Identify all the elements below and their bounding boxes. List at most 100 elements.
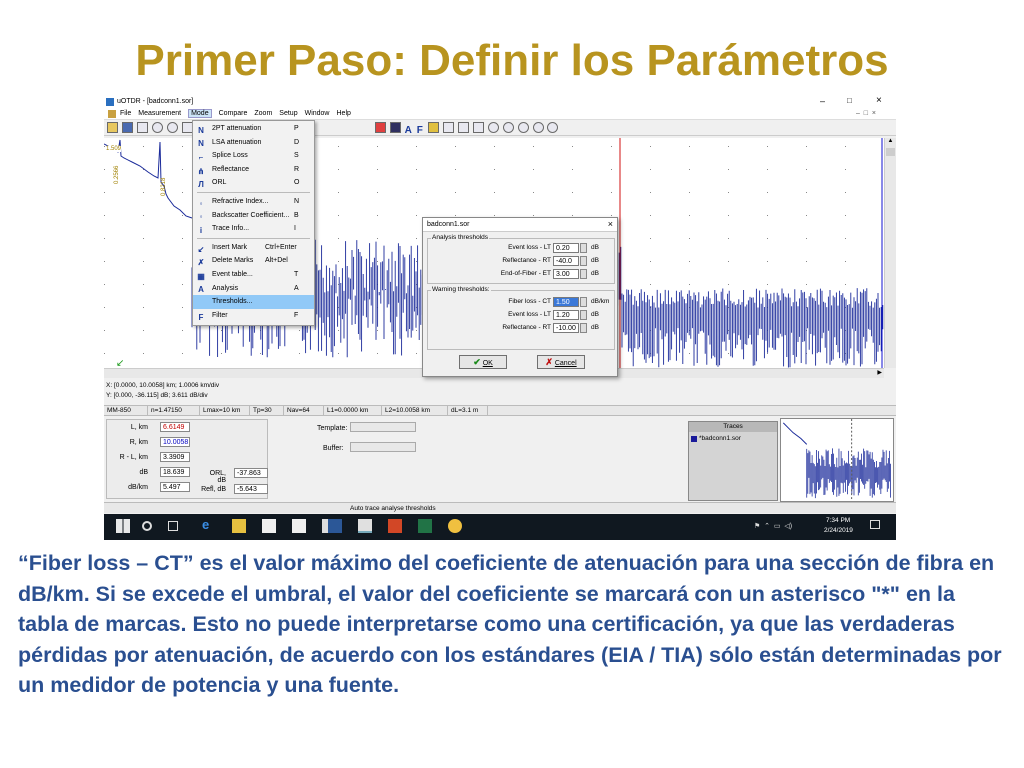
grid-dot [377, 261, 378, 262]
grid-dot [260, 353, 261, 354]
menu-help[interactable]: Help [337, 110, 351, 117]
analysis-toolbar-icon[interactable]: A [405, 125, 412, 136]
scroll-up-arrow[interactable]: ▲ [885, 138, 896, 148]
store-icon[interactable] [262, 519, 276, 533]
spinner-icon[interactable] [580, 243, 587, 253]
menu-file[interactable]: File [120, 110, 131, 117]
trace-overview-thumbnail[interactable] [780, 418, 894, 502]
buffer-field[interactable] [350, 442, 416, 452]
menu-zoom[interactable]: Zoom [254, 110, 272, 117]
clock-date: 2/24/2019 [824, 527, 853, 534]
mode-menu-item[interactable]: i Trace Info... I [193, 222, 314, 236]
trace-list-item[interactable]: *badconn1.sor [691, 435, 775, 442]
mode-menu-item[interactable]: ✗ Delete Marks Alt+Del [193, 254, 314, 268]
edge-icon[interactable]: e [202, 517, 216, 532]
spinner-icon[interactable] [580, 310, 587, 320]
open-icon[interactable] [107, 122, 118, 133]
grid-dot [611, 215, 612, 216]
delete-mark-icon[interactable] [374, 122, 386, 133]
windows-taskbar: e ⚑ ⌃ ▭ ◁) 7:34 PM 2/24/2019 [104, 514, 896, 540]
mode-menu-item[interactable]: F Filter F [193, 309, 314, 323]
trace-icon[interactable] [457, 122, 469, 133]
grid-dot [143, 261, 144, 262]
mode-menu-item[interactable]: ▦ Event table... T [193, 268, 314, 282]
delete-marks-icon: ✗ [197, 258, 205, 268]
excel-icon[interactable] [418, 519, 432, 533]
maximize-button[interactable]: □ [847, 96, 852, 105]
threshold-input[interactable]: 1.20 [553, 310, 579, 320]
menu-compare[interactable]: Compare [219, 110, 248, 117]
export-icon[interactable] [472, 122, 484, 133]
uotdr-taskbar-icon[interactable] [358, 519, 372, 533]
compare-icon[interactable] [442, 122, 454, 133]
zoom-back-icon[interactable] [547, 122, 559, 133]
plot-vertical-scrollbar[interactable]: ▲ [884, 138, 896, 368]
mode-menu-item[interactable]: Thresholds... [193, 295, 314, 309]
menu-item-label: Event table... [212, 270, 253, 278]
mode-menu-item[interactable]: ◦ Backscatter Coefficient... B [193, 209, 314, 223]
mark-icon[interactable] [427, 122, 439, 133]
paint-icon[interactable] [448, 519, 462, 533]
mode-menu-item[interactable]: ◦ Refractive Index... N [193, 195, 314, 209]
mode-menu-item[interactable]: ⌐ Splice Loss S [193, 149, 314, 163]
close-button[interactable]: × [876, 96, 882, 106]
zoom-out-icon[interactable] [502, 122, 514, 133]
mode-menu-item[interactable]: N 2PT attenuation P [193, 122, 314, 136]
spinner-icon[interactable] [580, 269, 587, 279]
task-view-icon[interactable] [168, 521, 178, 531]
mail-icon[interactable] [292, 519, 306, 533]
windows-start-icon[interactable] [116, 519, 130, 533]
file-explorer-icon[interactable] [232, 519, 246, 533]
threshold-input[interactable]: -40.0 [553, 256, 579, 266]
menu-setup[interactable]: Setup [279, 110, 297, 117]
grid-dot [689, 192, 690, 193]
mode-menu-item[interactable]: ↙ Insert Mark Ctrl+Enter [193, 241, 314, 255]
zoom-reset-icon[interactable] [532, 122, 544, 133]
ok-button[interactable]: ✔ OK [459, 355, 507, 369]
scroll-thumb[interactable] [886, 148, 895, 156]
tray-icons[interactable]: ⚑ ⌃ ▭ ◁) [754, 522, 792, 530]
grid-dot [143, 307, 144, 308]
thresholds-dialog: badconn1.sor × Analysis thresholds Warni… [422, 217, 618, 377]
stop-icon[interactable] [151, 122, 163, 133]
minimize-button[interactable]: – [820, 96, 825, 106]
mode-menu-item[interactable]: Л ORL O [193, 176, 314, 190]
print-icon[interactable] [136, 122, 148, 133]
table-icon[interactable] [389, 122, 401, 133]
threshold-input[interactable]: 1.50 [553, 297, 579, 307]
spinner-icon[interactable] [580, 323, 587, 333]
spinner-icon[interactable] [580, 297, 587, 307]
menu-item-label: LSA attenuation [212, 138, 262, 146]
filter-toolbar-icon[interactable]: F [417, 125, 423, 136]
grid-dot [728, 261, 729, 262]
threshold-input[interactable]: 3.00 [553, 269, 579, 279]
menu-measurement[interactable]: Measurement [138, 110, 181, 117]
trace-label-v1: 0.2566 [114, 165, 120, 184]
word-icon[interactable] [328, 519, 342, 533]
cancel-icon[interactable] [166, 122, 178, 133]
grid-dot [182, 307, 183, 308]
child-window-controls[interactable]: – □ × [856, 110, 876, 117]
dialog-close-icon[interactable]: × [608, 219, 613, 229]
grid-dot [806, 215, 807, 216]
zoom-fit-icon[interactable] [517, 122, 529, 133]
menu-mode[interactable]: Mode [188, 109, 212, 118]
notifications-icon[interactable] [870, 520, 880, 529]
orl-icon: Л [198, 180, 204, 190]
mode-menu-item[interactable]: N LSA attenuation D [193, 136, 314, 150]
mode-menu-item[interactable]: A Analysis A [193, 282, 314, 296]
search-icon[interactable] [142, 521, 152, 531]
mode-menu-item[interactable]: ⋔ Reflectance R [193, 163, 314, 177]
spinner-icon[interactable] [580, 256, 587, 266]
grid-dot [455, 215, 456, 216]
save-icon[interactable] [121, 122, 133, 133]
threshold-input[interactable]: 0.20 [553, 243, 579, 253]
threshold-input[interactable]: -10.00 [553, 323, 579, 333]
cancel-button[interactable]: ✗ Cancel [537, 355, 585, 369]
template-field[interactable] [350, 422, 416, 432]
mini-trace-head [782, 422, 808, 445]
powerpoint-icon[interactable] [388, 519, 402, 533]
measure-label: dB [139, 469, 148, 476]
menu-window[interactable]: Window [305, 110, 330, 117]
zoom-in-icon[interactable] [487, 122, 499, 133]
